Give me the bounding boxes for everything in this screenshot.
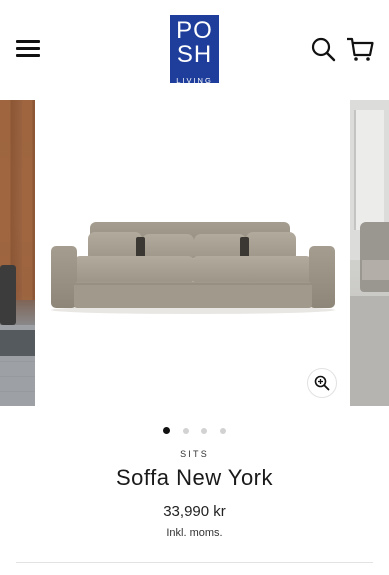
logo-line-3: LIVING	[176, 76, 213, 85]
menu-icon-bar	[16, 47, 40, 50]
gallery-dot[interactable]	[182, 428, 189, 434]
chair-shape	[0, 265, 16, 325]
product-category[interactable]: SITS	[0, 449, 389, 459]
gallery-dot[interactable]	[163, 427, 171, 434]
search-button[interactable]	[310, 36, 336, 62]
product-title: Soffa New York	[115, 465, 274, 490]
gallery-dot[interactable]	[201, 428, 208, 434]
zoom-icon	[314, 375, 330, 391]
previous-slide-image[interactable]	[0, 100, 35, 406]
site-header: PO SH LIVING	[0, 0, 389, 100]
brand-logo[interactable]: PO SH LIVING	[170, 15, 219, 85]
gallery-pagination	[0, 421, 389, 434]
menu-icon-bar	[16, 54, 40, 57]
search-icon	[311, 37, 336, 62]
menu-button[interactable]	[16, 38, 42, 58]
rug-shape	[0, 330, 35, 356]
menu-icon-bar	[16, 40, 40, 43]
cart-icon	[347, 37, 374, 61]
sofa-seat-shape	[362, 260, 389, 280]
logo-line-1: PO	[176, 17, 213, 44]
sofa-image	[51, 222, 335, 314]
zoom-button[interactable]	[307, 368, 337, 398]
gallery-dot[interactable]	[219, 428, 226, 434]
product-image-gallery[interactable]	[0, 100, 389, 406]
product-price: 33,990 kr	[163, 503, 226, 520]
main-product-image[interactable]	[36, 100, 350, 406]
divider	[16, 562, 373, 563]
window-shape	[354, 110, 384, 230]
logo-line-2: SH	[176, 41, 213, 68]
sofa-shape	[360, 222, 389, 292]
tax-note: Inkl. moms.	[166, 527, 223, 539]
floor-shape	[350, 296, 389, 406]
next-slide-image[interactable]	[350, 100, 389, 406]
cart-button[interactable]	[346, 36, 374, 62]
